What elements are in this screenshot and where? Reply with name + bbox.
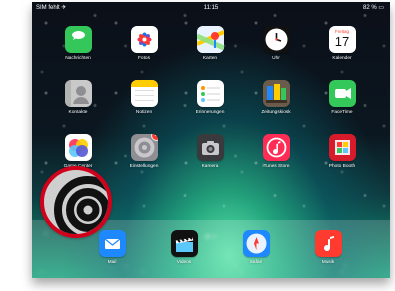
app-erinnerungen[interactable]: Erinnerungen [182, 80, 238, 124]
photo-booth-glyph [334, 140, 350, 155]
app-label: Notizen [135, 110, 153, 115]
photo-booth-icon [328, 134, 356, 161]
calendar-icon: Freitag 17 [328, 26, 356, 53]
maps-glyph [196, 26, 224, 53]
app-label: Karten [202, 56, 218, 61]
app-fotos[interactable]: Fotos [116, 26, 172, 70]
clock-face [265, 28, 287, 51]
dock-app-musik[interactable]: Musik [300, 230, 356, 274]
assistive-touch-button[interactable] [40, 166, 112, 238]
clock-icon [262, 26, 290, 53]
app-label: Kalender [332, 56, 352, 61]
app-label: Mail [107, 260, 117, 265]
newsstand-glyph [265, 84, 287, 103]
messages-glyph [71, 31, 85, 40]
itunes-glyph [266, 137, 286, 158]
notes-icon [130, 80, 158, 107]
music-glyph [323, 235, 334, 252]
status-time: 11:15 [203, 5, 219, 11]
maps-icon [196, 26, 224, 53]
reminders-glyph [200, 86, 220, 102]
messages-icon [64, 26, 92, 53]
app-facetime[interactable]: FaceTime [314, 80, 370, 124]
app-label: Nachrichten [65, 56, 91, 61]
app-label: Kamera [201, 164, 219, 169]
app-karten[interactable]: Karten [182, 26, 238, 70]
settings-icon: 1 [130, 134, 158, 161]
notes-line-1 [134, 90, 154, 91]
mail-glyph [104, 238, 120, 249]
calendar-date: 17 [334, 34, 350, 49]
reminders-icon [196, 80, 224, 107]
app-label: Fotos [138, 56, 150, 61]
status-bar: SIM fehlt ✈ 11:15 82 % ▭ [32, 2, 390, 14]
dock-app-videos[interactable]: Videos [156, 230, 212, 274]
videos-glyph [175, 236, 193, 252]
calendar-day: Freitag [334, 29, 349, 34]
app-notizen[interactable]: Notizen [116, 80, 172, 124]
game-center-glyph [68, 139, 88, 157]
contacts-icon [64, 80, 92, 107]
itunes-store-icon [262, 134, 290, 161]
game-center-icon [64, 134, 92, 161]
app-label: FaceTime [331, 110, 353, 115]
app-itunes-store[interactable]: iTunes Store [248, 134, 304, 178]
notes-line-3 [134, 100, 154, 101]
videos-icon [170, 230, 198, 257]
safari-glyph [246, 233, 266, 254]
app-label: iTunes Store [262, 164, 290, 169]
app-label: Erinnerungen [195, 110, 225, 115]
dock-app-mail[interactable]: Mail [84, 230, 140, 274]
facetime-icon [328, 80, 356, 107]
safari-icon [242, 230, 270, 257]
camera-glyph [201, 141, 219, 155]
app-kamera[interactable]: Kamera [182, 134, 238, 178]
notes-line-2 [134, 95, 154, 96]
contacts-glyph [64, 80, 89, 107]
app-einstellungen[interactable]: 1 Einstellungen [116, 134, 172, 178]
facetime-glyph [334, 88, 351, 99]
camera-icon [196, 134, 224, 161]
app-label: Zeitungskiosk [261, 110, 291, 115]
app-label: Einstellungen [129, 164, 159, 169]
app-label: Photo Booth [328, 164, 356, 169]
music-icon [314, 230, 342, 257]
app-uhr[interactable]: Uhr [248, 26, 304, 70]
dock-app-safari[interactable]: Safari [228, 230, 284, 274]
status-battery: 82 % ▭ [362, 5, 384, 11]
app-label: Safari [249, 260, 263, 265]
mail-icon [98, 230, 126, 257]
app-photo-booth[interactable]: Photo Booth [314, 134, 370, 178]
photos-icon [130, 26, 158, 53]
photos-flower [137, 32, 151, 47]
app-label: Kontakte [68, 110, 88, 115]
app-kalender[interactable]: Freitag 17 Kalender [314, 26, 370, 70]
newsstand-icon [262, 80, 290, 107]
assistive-touch-icon [54, 176, 108, 234]
app-kontakte[interactable]: Kontakte [50, 80, 106, 124]
notes-header [130, 80, 158, 87]
app-label: Uhr [272, 56, 280, 61]
app-label: Musik [321, 260, 335, 265]
app-label: Videos [176, 260, 192, 265]
app-nachrichten[interactable]: Nachrichten [50, 26, 106, 70]
app-zeitungskiosk[interactable]: Zeitungskiosk [248, 80, 304, 124]
